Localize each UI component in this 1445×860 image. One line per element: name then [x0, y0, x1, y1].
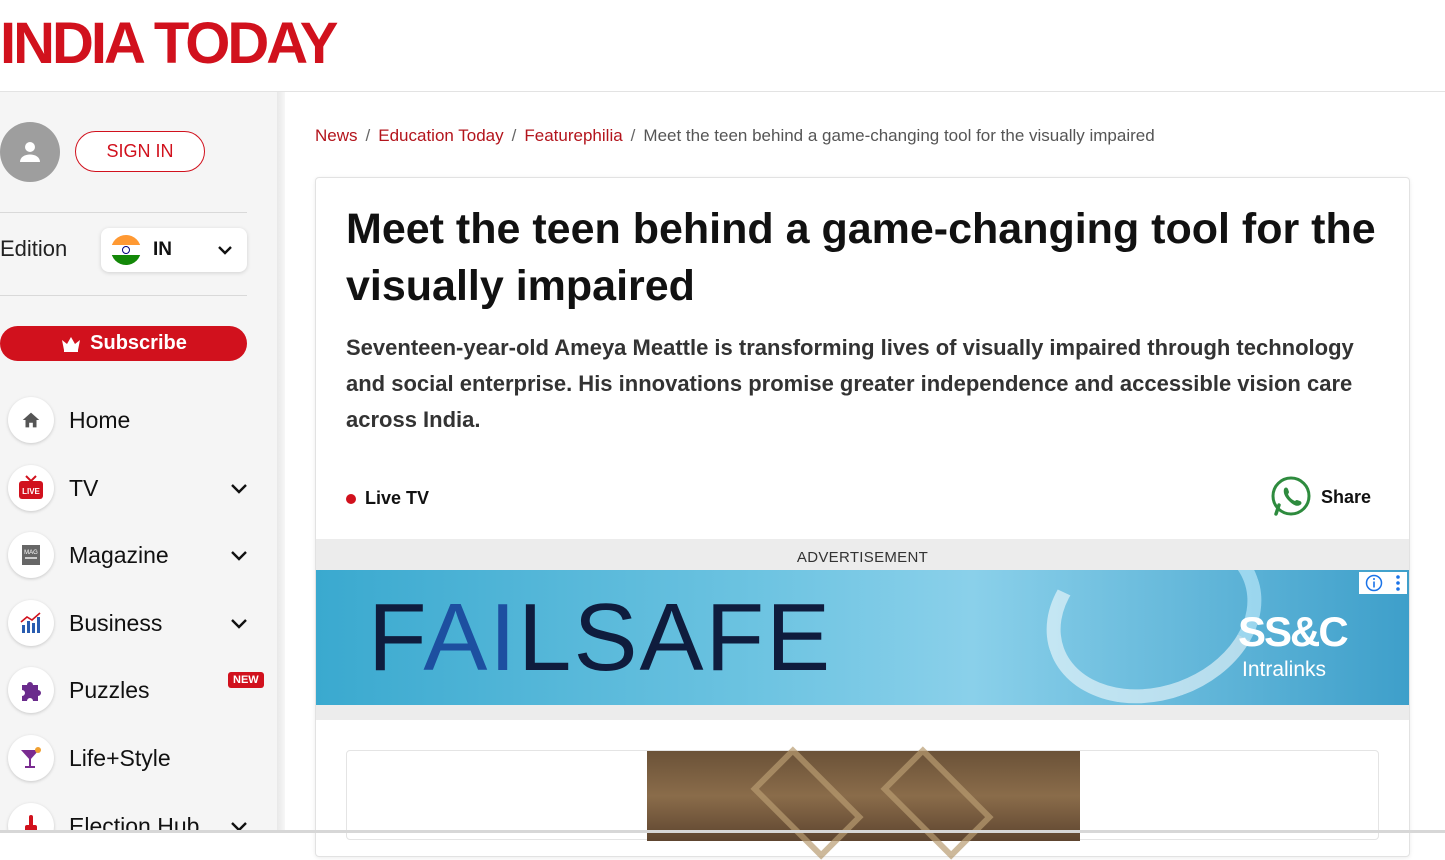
divider [0, 295, 247, 296]
whatsapp-icon [1271, 476, 1311, 516]
puzzle-icon [8, 667, 54, 713]
sidebar-item-label: Home [69, 406, 131, 433]
article-media [346, 746, 1379, 860]
chevron-down-icon[interactable] [228, 613, 250, 635]
share-label: Share [1321, 486, 1372, 507]
breadcrumb-link-featurephilia[interactable]: Featurephilia [524, 126, 622, 145]
ad-sponsor-logo: SS&C [1238, 608, 1349, 655]
breadcrumb-separator: / [630, 126, 636, 145]
more-vertical-icon[interactable] [1395, 574, 1401, 592]
ad-banner[interactable]: FAILSAFE SS&C Intralinks [316, 570, 1409, 705]
breadcrumb-link-education-today[interactable]: Education Today [378, 126, 503, 145]
info-icon[interactable] [1365, 574, 1383, 592]
sidebar-item-puzzles[interactable]: Puzzles NEW [8, 666, 270, 714]
ad-brand-part: AI [423, 584, 519, 691]
subscribe-button[interactable]: Subscribe [0, 326, 247, 361]
ad-brand-part: LSAFE [518, 584, 833, 691]
ad-brand-part: F [368, 584, 424, 691]
business-chart-icon [8, 600, 54, 646]
live-tv-icon: LIVE [8, 465, 54, 511]
advertisement-slot: ADVERTISEMENT FAILSAFE SS&C Intralinks [316, 539, 1409, 720]
sidebar-item-label: Life+Style [69, 744, 171, 771]
sidebar-item-label: TV [69, 474, 99, 501]
magazine-icon: MAG [8, 532, 54, 578]
sidebar-item-election-hub[interactable]: Election Hub [8, 802, 270, 833]
ad-choices[interactable] [1359, 572, 1407, 594]
chevron-down-icon [218, 246, 232, 255]
sidebar-item-magazine[interactable]: MAG Magazine [8, 531, 270, 579]
live-dot-icon [346, 493, 356, 504]
sidebar-item-label: Business [69, 609, 163, 636]
election-icon [8, 803, 54, 833]
share-button[interactable]: Share [1268, 474, 1371, 520]
svg-text:LIVE: LIVE [22, 487, 40, 496]
divider [0, 212, 247, 213]
breadcrumb: News / Education Today / Featurephilia / Meet … [315, 126, 1155, 146]
breadcrumb-separator: / [365, 126, 371, 145]
chevron-down-icon[interactable] [228, 478, 250, 500]
new-badge: NEW [228, 672, 264, 688]
home-icon [8, 397, 54, 443]
cocktail-icon [8, 735, 54, 781]
edition-label: Edition [0, 236, 68, 261]
india-flag-icon [111, 235, 141, 265]
sidebar-item-business[interactable]: Business [8, 599, 270, 647]
sidebar-item-label: Magazine [69, 541, 169, 568]
edition-code: IN [153, 239, 172, 260]
sidebar-edge [277, 92, 285, 833]
sign-in-button[interactable]: SIGN IN [75, 131, 205, 172]
live-tv-link[interactable]: Live TV [346, 488, 429, 509]
breadcrumb-separator: / [511, 126, 517, 145]
article-title: Meet the teen behind a game-changing too… [346, 205, 1376, 310]
svg-text:MAG: MAG [24, 550, 38, 556]
top-header: INDIA TODAY [0, 0, 1445, 92]
sidebar: SIGN IN Edition IN Subscribe Home LIVE T… [0, 92, 277, 833]
sidebar-item-home[interactable]: Home [8, 396, 270, 444]
chevron-down-icon[interactable] [228, 545, 250, 567]
india-today-logo[interactable]: INDIA TODAY [0, 12, 338, 76]
ad-brand-text: FAILSAFE [368, 580, 832, 696]
article-photo[interactable] [647, 746, 1080, 860]
live-tv-label: Live TV [365, 488, 430, 508]
breadcrumb-link-news[interactable]: News [315, 126, 358, 145]
sidebar-item-lifestyle[interactable]: Life+Style [8, 734, 270, 782]
article-summary: Seventeen-year-old Ameya Meattle is tran… [346, 335, 1354, 432]
advertisement-label: ADVERTISEMENT [796, 549, 929, 566]
sidebar-item-tv[interactable]: LIVE TV [8, 464, 270, 512]
edition-select[interactable]: IN [101, 228, 247, 272]
sidebar-item-label: Puzzles [69, 676, 150, 703]
breadcrumb-current: Meet the teen behind a game-changing too… [643, 126, 1155, 145]
crown-icon [62, 336, 81, 352]
ad-sponsor-sub: Intralinks [1242, 658, 1327, 681]
user-avatar-icon[interactable] [0, 122, 60, 182]
subscribe-label: Subscribe [90, 332, 187, 354]
